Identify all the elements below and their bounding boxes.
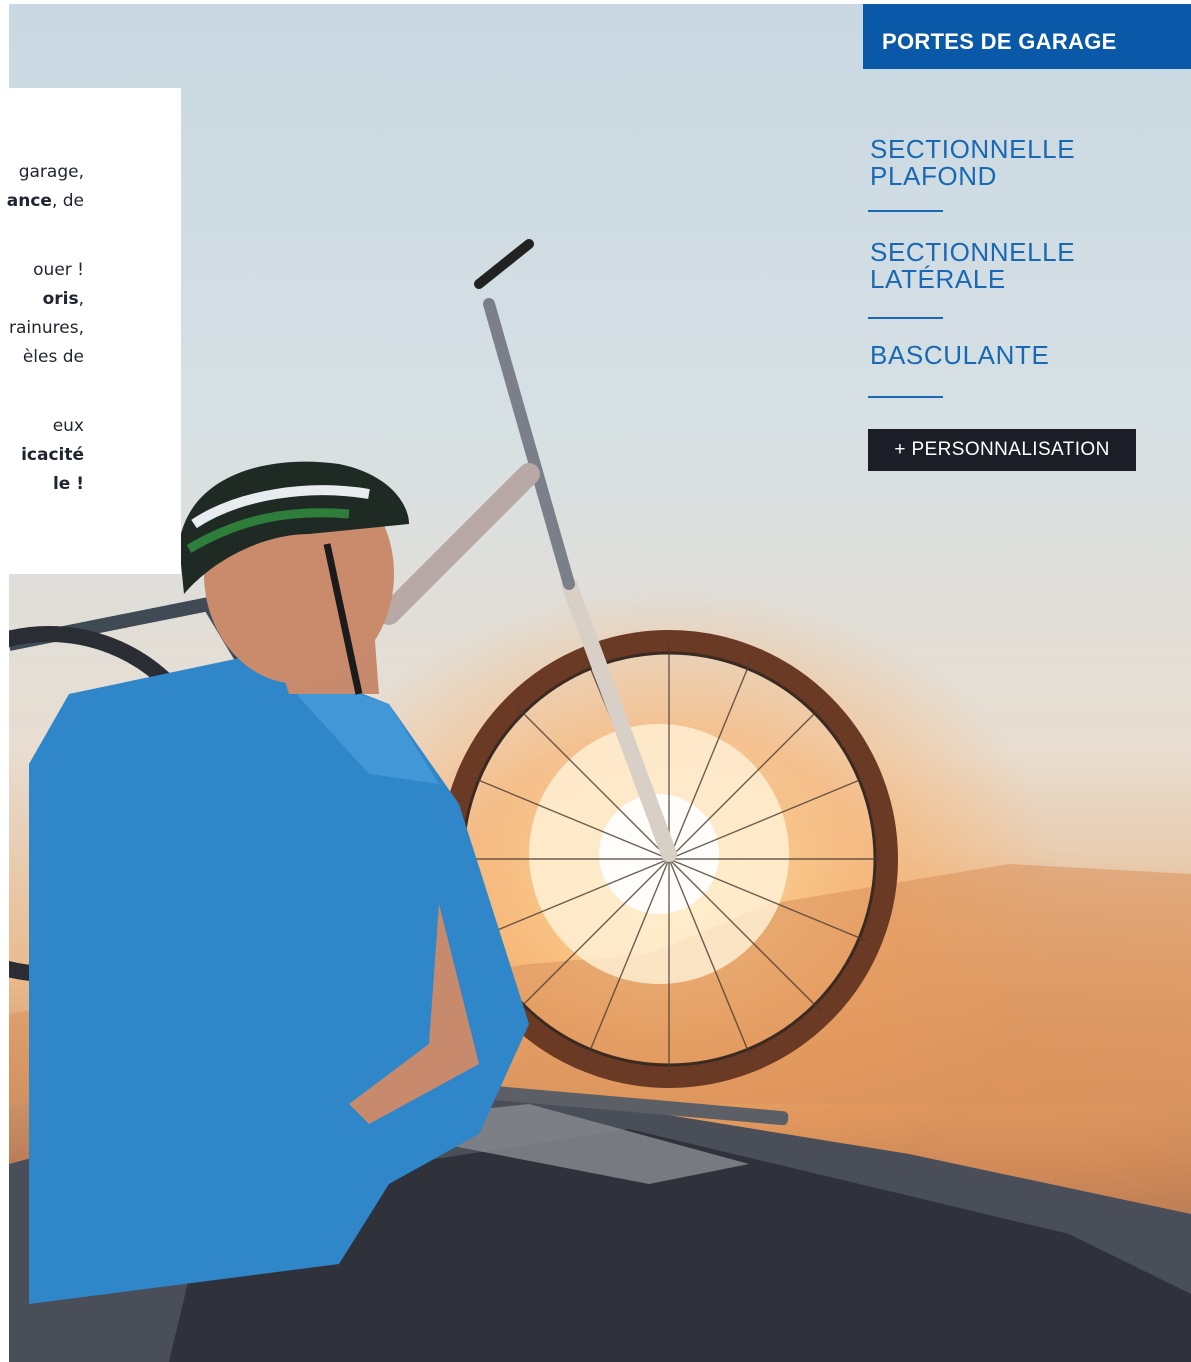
intro-line: oris, [9, 285, 84, 314]
panel-title: PORTES DE GARAGE [863, 4, 1191, 69]
nav-sectionnelle-plafond[interactable]: SECTIONNELLE PLAFOND [870, 136, 1075, 190]
nav-item-line2: PLAFOND [870, 161, 998, 191]
intro-line: èles de [9, 343, 84, 372]
intro-text: , [78, 289, 84, 309]
intro-bold-text: le ! [52, 474, 84, 494]
hero-illustration [9, 239, 1191, 1362]
intro-bold-text: oris [42, 289, 79, 309]
nav-item-line2: LATÉRALE [870, 264, 1006, 294]
intro-paragraph-2: ouer ! oris, rainures, èles de [9, 256, 84, 372]
intro-text: , de [51, 191, 84, 211]
intro-paragraph-1: garage, ance, de [7, 158, 84, 216]
nav-basculante[interactable]: BASCULANTE [870, 342, 1049, 369]
nav-item-line1: SECTIONNELLE [870, 134, 1076, 164]
intro-line: garage, [7, 158, 84, 187]
nav-separator [868, 210, 943, 212]
intro-bold-text: icacité [21, 445, 84, 465]
intro-line: ouer ! [9, 256, 84, 285]
intro-bold-text: ance [6, 191, 52, 211]
nav-separator [868, 317, 943, 319]
nav-separator [868, 396, 943, 398]
intro-text: eux [52, 416, 84, 436]
intro-line: rainures, [9, 314, 84, 343]
nav-item-line1: BASCULANTE [870, 340, 1050, 370]
intro-text: garage, [18, 162, 84, 182]
intro-line: ance, de [7, 187, 84, 216]
intro-line: icacité [21, 441, 84, 470]
intro-line: eux [21, 412, 84, 441]
personalisation-button[interactable]: + PERSONNALISATION [868, 429, 1136, 471]
intro-line: le ! [21, 470, 84, 499]
nav-sectionnelle-laterale[interactable]: SECTIONNELLE LATÉRALE [870, 239, 1075, 293]
nav-item-line1: SECTIONNELLE [870, 237, 1076, 267]
intro-text: rainures, [8, 318, 84, 338]
intro-text: ouer ! [33, 260, 84, 280]
hero-photo [9, 4, 1191, 1362]
intro-text: èles de [22, 347, 84, 367]
intro-paragraph-3: eux icacité le ! [21, 412, 84, 499]
intro-text-card: garage, ance, de ouer ! oris, rainures, èles… [0, 88, 181, 574]
